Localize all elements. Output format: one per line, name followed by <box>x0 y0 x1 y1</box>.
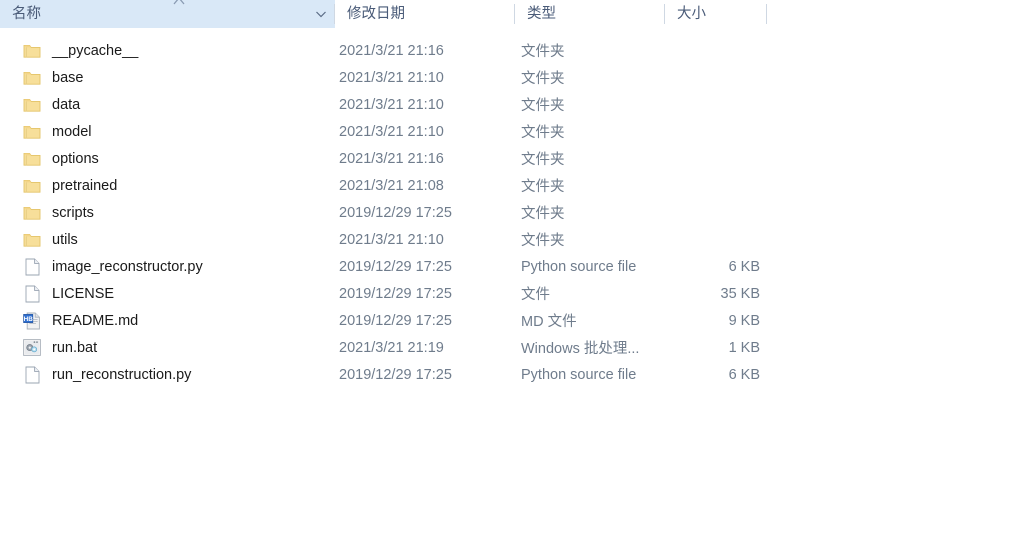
file-type: 文件夹 <box>521 152 565 168</box>
file-date-modified: 2021/3/21 21:10 <box>339 123 444 140</box>
folder-icon <box>22 68 42 88</box>
file-date-modified: 2021/3/21 21:16 <box>339 42 444 59</box>
file-date-modified: 2019/12/29 17:25 <box>339 312 452 329</box>
file-row[interactable]: image_reconstructor.py 2019/12/29 17:25 Py… <box>0 253 1011 280</box>
file-row[interactable]: data 2021/3/21 21:10 文件夹 <box>0 91 1011 118</box>
file-date-modified: 2021/3/21 21:08 <box>339 177 444 194</box>
column-header-name-label: 名称 <box>12 6 41 22</box>
column-header-name[interactable]: 名称 <box>0 0 335 28</box>
file-name-label: README.md <box>52 312 139 329</box>
file-list[interactable]: __pycache__ 2021/3/21 21:16 文件夹 base 2021/3… <box>0 28 1011 388</box>
blank-document-icon <box>22 365 42 385</box>
file-type: 文件夹 <box>521 71 565 87</box>
file-date-modified: 2021/3/21 21:19 <box>339 339 444 356</box>
file-size: 9 KB <box>728 312 760 329</box>
file-name-label: base <box>52 69 84 86</box>
file-name-cell[interactable]: HB README.md <box>0 311 335 331</box>
file-name-cell[interactable]: LICENSE <box>0 284 335 304</box>
column-header-date-modified-label: 修改日期 <box>347 6 405 22</box>
file-type: 文件夹 <box>521 179 565 195</box>
file-name-cell[interactable]: options <box>0 149 335 169</box>
file-name-label: __pycache__ <box>52 42 139 59</box>
column-header-type-label: 类型 <box>527 6 556 22</box>
file-name-label: run.bat <box>52 339 98 356</box>
file-name-label: run_reconstruction.py <box>52 366 192 383</box>
file-type: Python source file <box>521 258 637 275</box>
file-size: 1 KB <box>728 339 760 356</box>
file-type: 文件夹 <box>521 233 565 249</box>
file-row[interactable]: HB README.md 2019/12/29 17:25 MD 文件 9 KB <box>0 307 1011 334</box>
file-size: 6 KB <box>728 366 760 383</box>
file-date-modified: 2021/3/21 21:16 <box>339 150 444 167</box>
file-name-cell[interactable]: __pycache__ <box>0 41 335 61</box>
column-header-type[interactable]: 类型 <box>515 0 665 28</box>
file-name-cell[interactable]: run_reconstruction.py <box>0 365 335 385</box>
file-name-cell[interactable]: scripts <box>0 203 335 223</box>
file-row[interactable]: base 2021/3/21 21:10 文件夹 <box>0 64 1011 91</box>
file-name-label: scripts <box>52 204 94 221</box>
file-name-cell[interactable]: run.bat <box>0 338 335 358</box>
file-name-label: pretrained <box>52 177 118 194</box>
file-type: 文件夹 <box>521 98 565 114</box>
blank-document-icon <box>22 257 42 277</box>
file-name-cell[interactable]: data <box>0 95 335 115</box>
file-name-cell[interactable]: model <box>0 122 335 142</box>
file-row[interactable]: scripts 2019/12/29 17:25 文件夹 <box>0 199 1011 226</box>
svg-text:HB: HB <box>24 316 34 323</box>
file-name-label: data <box>52 96 81 113</box>
file-explorer-details-view: 名称 修改日期 类型 大小 __pycache__ 2021/3/21 21:1… <box>0 0 1011 549</box>
file-date-modified: 2019/12/29 17:25 <box>339 285 452 302</box>
file-name-label: LICENSE <box>52 285 115 302</box>
file-name-label: model <box>52 123 92 140</box>
file-date-modified: 2021/3/21 21:10 <box>339 231 444 248</box>
folder-icon <box>22 95 42 115</box>
file-row[interactable]: run.bat 2021/3/21 21:19 Windows 批处理... 1 KB <box>0 334 1011 361</box>
batch-gears-icon <box>22 338 42 358</box>
file-name-label: utils <box>52 231 78 248</box>
file-row[interactable]: pretrained 2021/3/21 21:08 文件夹 <box>0 172 1011 199</box>
file-type: MD 文件 <box>521 314 577 330</box>
file-name-cell[interactable]: utils <box>0 230 335 250</box>
column-header-row: 名称 修改日期 类型 大小 <box>0 0 1011 28</box>
file-type: 文件夹 <box>521 206 565 222</box>
folder-icon <box>22 41 42 61</box>
file-row[interactable]: model 2021/3/21 21:10 文件夹 <box>0 118 1011 145</box>
file-row[interactable]: LICENSE 2019/12/29 17:25 文件 35 KB <box>0 280 1011 307</box>
folder-icon <box>22 122 42 142</box>
column-header-size[interactable]: 大小 <box>665 0 767 28</box>
file-type: 文件夹 <box>521 44 565 60</box>
folder-icon <box>22 176 42 196</box>
chevron-down-icon[interactable] <box>315 9 327 19</box>
file-date-modified: 2021/3/21 21:10 <box>339 96 444 113</box>
file-row[interactable]: run_reconstruction.py 2019/12/29 17:25 Pyt… <box>0 361 1011 388</box>
file-date-modified: 2021/3/21 21:10 <box>339 69 444 86</box>
file-row[interactable]: utils 2021/3/21 21:10 文件夹 <box>0 226 1011 253</box>
file-name-label: image_reconstructor.py <box>52 258 203 275</box>
column-header-size-label: 大小 <box>677 6 706 22</box>
file-row[interactable]: options 2021/3/21 21:16 文件夹 <box>0 145 1011 172</box>
folder-icon <box>22 230 42 250</box>
file-type: Windows 批处理... <box>521 341 640 357</box>
column-header-date-modified[interactable]: 修改日期 <box>335 0 515 28</box>
file-type: 文件 <box>521 287 550 303</box>
file-date-modified: 2019/12/29 17:25 <box>339 258 452 275</box>
file-name-cell[interactable]: base <box>0 68 335 88</box>
file-size: 6 KB <box>728 258 760 275</box>
folder-icon <box>22 203 42 223</box>
file-row[interactable]: __pycache__ 2021/3/21 21:16 文件夹 <box>0 37 1011 64</box>
file-name-cell[interactable]: pretrained <box>0 176 335 196</box>
file-name-cell[interactable]: image_reconstructor.py <box>0 257 335 277</box>
folder-icon <box>22 149 42 169</box>
sort-ascending-icon <box>172 0 186 7</box>
file-date-modified: 2019/12/29 17:25 <box>339 204 452 221</box>
file-type: Python source file <box>521 366 637 383</box>
file-type: 文件夹 <box>521 125 565 141</box>
file-date-modified: 2019/12/29 17:25 <box>339 366 452 383</box>
blank-document-icon <box>22 284 42 304</box>
md-document-icon: HB <box>22 311 42 331</box>
file-name-label: options <box>52 150 99 167</box>
file-size: 35 KB <box>720 285 761 302</box>
